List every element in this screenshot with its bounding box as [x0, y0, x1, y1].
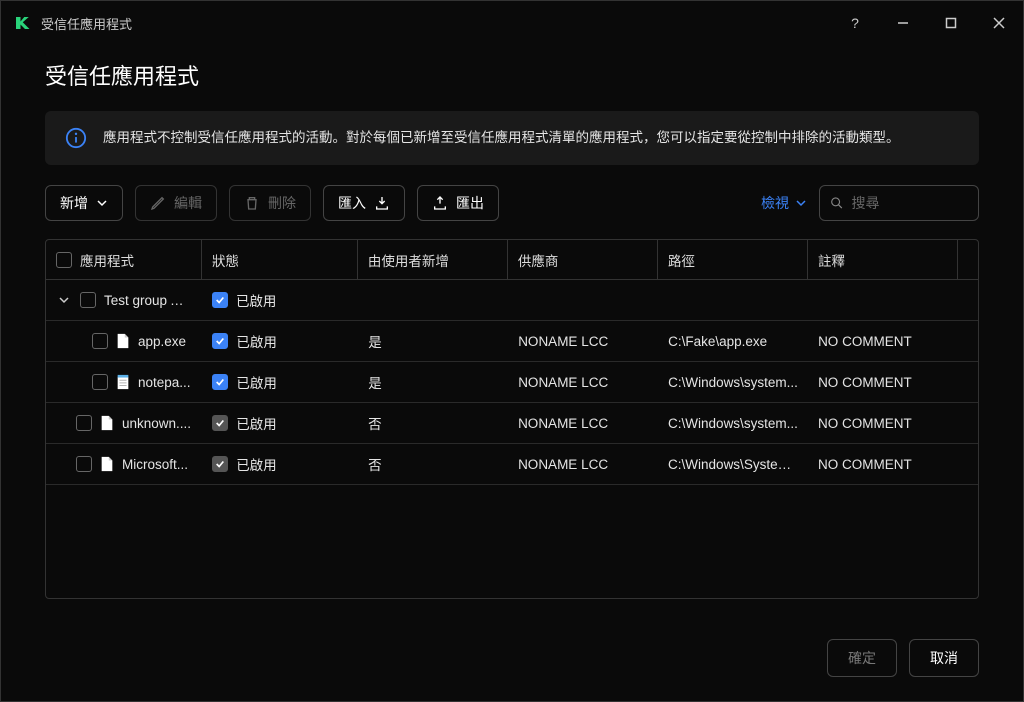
status-checkbox[interactable]	[212, 292, 228, 308]
row-checkbox[interactable]	[92, 333, 108, 349]
ok-button[interactable]: 確定	[827, 639, 897, 677]
close-button[interactable]	[987, 11, 1011, 35]
content: 受信任應用程式 應用程式不控制受信任應用程式的活動。對於每個已新增至受信任應用程…	[1, 45, 1023, 619]
export-icon	[432, 195, 448, 211]
table-row[interactable]: app.exe 已啟用 是 NONAME LCC C:\Fake\app.exe…	[46, 321, 978, 362]
edit-label: 編輯	[174, 193, 202, 213]
notepad-icon	[116, 374, 130, 390]
file-icon	[116, 333, 130, 349]
row-checkbox[interactable]	[92, 374, 108, 390]
search-box[interactable]	[819, 185, 979, 221]
import-label: 匯入	[338, 193, 366, 213]
table-row[interactable]: unknown.... 已啟用 否 NONAME LCC C:\Windows\…	[46, 403, 978, 444]
expand-toggle[interactable]	[56, 294, 72, 306]
info-text: 應用程式不控制受信任應用程式的活動。對於每個已新增至受信任應用程式清單的應用程式…	[103, 128, 900, 148]
th-user[interactable]: 由使用者新增	[358, 240, 508, 279]
delete-button[interactable]: 刪除	[229, 185, 311, 221]
add-label: 新增	[60, 193, 88, 213]
trash-icon	[244, 195, 260, 211]
app-logo-icon	[13, 14, 31, 32]
view-dropdown[interactable]: 檢視	[761, 193, 807, 213]
export-button[interactable]: 匯出	[417, 185, 499, 221]
table-header: 應用程式 狀態 由使用者新增 供應商 路徑 註釋	[46, 240, 978, 280]
cell-app: unknown....	[46, 415, 202, 431]
row-checkbox[interactable]	[76, 415, 92, 431]
info-banner: 應用程式不控制受信任應用程式的活動。對於每個已新增至受信任應用程式清單的應用程式…	[45, 111, 979, 165]
status-checkbox[interactable]	[212, 415, 228, 431]
info-icon	[65, 127, 87, 149]
th-path[interactable]: 路徑	[658, 240, 808, 279]
status-checkbox[interactable]	[212, 374, 228, 390]
cell-status: 已啟用	[202, 331, 358, 351]
cell-app: notepa...	[46, 374, 202, 390]
th-comment[interactable]: 註釋	[808, 240, 958, 279]
row-checkbox[interactable]	[80, 292, 96, 308]
window: 受信任應用程式 ? 受信任應用程式 應用程式不控制受信任應用程式的活動。對於每個…	[0, 0, 1024, 702]
maximize-button[interactable]	[939, 11, 963, 35]
import-button[interactable]: 匯入	[323, 185, 405, 221]
th-last	[958, 240, 978, 279]
th-status[interactable]: 狀態	[202, 240, 358, 279]
import-icon	[374, 195, 390, 211]
delete-label: 刪除	[268, 193, 296, 213]
cell-status: 已啟用	[202, 372, 358, 392]
minimize-button[interactable]	[891, 11, 915, 35]
cell-app: Test group App	[46, 292, 202, 308]
status-checkbox[interactable]	[212, 456, 228, 472]
search-input[interactable]	[852, 195, 969, 211]
add-button[interactable]: 新增	[45, 185, 123, 221]
view-label: 檢視	[761, 193, 789, 213]
titlebar: 受信任應用程式 ?	[1, 1, 1023, 45]
toolbar: 新增 編輯 刪除 匯入 匯出 檢視	[45, 185, 979, 221]
file-icon	[100, 415, 114, 431]
cell-status: 已啟用	[202, 454, 358, 474]
cell-status: 已啟用	[202, 290, 358, 310]
table-row[interactable]: Test group App 已啟用	[46, 280, 978, 321]
select-all-checkbox[interactable]	[56, 252, 72, 268]
cell-status: 已啟用	[202, 413, 358, 433]
page-title: 受信任應用程式	[45, 59, 979, 91]
chevron-down-icon	[795, 197, 807, 209]
status-checkbox[interactable]	[212, 333, 228, 349]
search-icon	[830, 195, 844, 211]
table-row[interactable]: notepa... 已啟用 是 NONAME LCC C:\Windows\sy…	[46, 362, 978, 403]
footer: 確定 取消	[1, 619, 1023, 701]
file-icon	[100, 456, 114, 472]
table: 應用程式 狀態 由使用者新增 供應商 路徑 註釋 Test group App	[45, 239, 979, 599]
chevron-down-icon	[96, 197, 108, 209]
cancel-button[interactable]: 取消	[909, 639, 979, 677]
cell-app: Microsoft...	[46, 456, 202, 472]
th-app[interactable]: 應用程式	[46, 240, 202, 279]
pencil-icon	[150, 195, 166, 211]
th-vendor[interactable]: 供應商	[508, 240, 658, 279]
edit-button[interactable]: 編輯	[135, 185, 217, 221]
help-button[interactable]: ?	[843, 11, 867, 35]
row-checkbox[interactable]	[76, 456, 92, 472]
titlebar-controls: ?	[843, 11, 1011, 35]
titlebar-title: 受信任應用程式	[41, 14, 843, 33]
cell-app: app.exe	[46, 333, 202, 349]
export-label: 匯出	[456, 193, 484, 213]
table-body: Test group App 已啟用 app.exe	[46, 280, 978, 598]
table-row[interactable]: Microsoft... 已啟用 否 NONAME LCC C:\Windows…	[46, 444, 978, 485]
